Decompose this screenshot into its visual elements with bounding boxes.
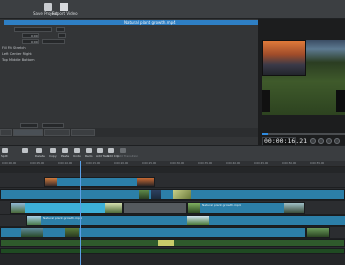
preview-overlay-clip [262, 40, 306, 76]
preview-scrubber-progress [262, 133, 268, 135]
timeline-clip[interactable] [123, 202, 187, 214]
paste-label: Paste [61, 154, 70, 158]
rotation-field[interactable] [58, 33, 66, 38]
clip-thumbnail [151, 190, 161, 199]
play-button[interactable] [318, 138, 324, 144]
clip-thumbnail [284, 203, 304, 213]
undo-label: Undo [73, 154, 81, 158]
fit-options[interactable]: Fill Fit Stretch [2, 46, 26, 50]
end-value: 0:00 [31, 40, 38, 44]
ruler-tick: 0:00:10.00 [58, 162, 73, 165]
clip-thumbnail [188, 203, 200, 213]
clip-title-bar: Natural plant growth.mp4 [4, 20, 258, 25]
tab-3[interactable] [44, 129, 70, 136]
delete-label: Delete [35, 154, 45, 158]
timeline-clip[interactable] [306, 227, 330, 238]
clip-thumbnail [139, 190, 149, 199]
top-toolbar: Save Project Export Video [0, 0, 345, 19]
tab-2[interactable] [13, 129, 43, 136]
ruler-tick: 0:00:50.00 [282, 162, 297, 165]
valign-options[interactable]: Top Middle Bottom [2, 58, 35, 62]
timeline-clip[interactable] [44, 177, 155, 187]
copy-icon[interactable] [50, 148, 56, 153]
undo-icon[interactable] [74, 148, 80, 153]
ruler-tick: 0:00:00.00 [2, 162, 17, 165]
timeline-clip[interactable] [10, 202, 123, 214]
paste-icon[interactable] [62, 148, 68, 153]
preview-letterbox-left [262, 90, 270, 112]
clip-thumbnail [307, 228, 329, 237]
clip-thumbnail [105, 203, 122, 213]
panel-tabs [0, 128, 258, 137]
fullscreen-button[interactable] [334, 138, 340, 144]
ruler-tick: 0:00:30.00 [170, 162, 185, 165]
timeline-clip[interactable] [0, 227, 306, 238]
end-field[interactable]: 0:00 [22, 39, 39, 44]
export-icon [60, 3, 68, 11]
timeline-clip[interactable]: Natural plant growth.mp4 [26, 215, 345, 226]
duration-field[interactable] [42, 39, 65, 44]
split-label: Split [1, 154, 8, 158]
ruler-tick: 0:00:40.00 [226, 162, 241, 165]
clip-thumbnail [173, 190, 191, 199]
clip-title: Natural plant growth.mp4 [124, 19, 176, 25]
ruler-tick: 0:00:05.00 [30, 162, 45, 165]
ruler-tick: 0:00:55.00 [310, 162, 325, 165]
ruler-tick: 0:00:25.00 [142, 162, 157, 165]
ruler-tick: 0:00:15.00 [86, 162, 101, 165]
clip-thumbnail [187, 216, 209, 225]
halign-options[interactable]: Left Center Right [2, 52, 32, 56]
ruler-tick: 0:00:35.00 [198, 162, 213, 165]
clip-thumbnail [137, 178, 154, 186]
start-field[interactable]: 0:00 [22, 33, 39, 38]
add-text-icon[interactable] [97, 148, 103, 153]
preview-letterbox-right [336, 90, 345, 112]
audio-clip[interactable] [0, 239, 345, 247]
audio-clip[interactable] [0, 248, 345, 254]
clip-thumbnail [65, 228, 79, 237]
timeline-clip[interactable] [0, 189, 345, 200]
position-x-field[interactable] [14, 27, 52, 32]
redo-label: Redo [85, 154, 93, 158]
clip-thumbnail [45, 178, 57, 186]
redo-icon[interactable] [86, 148, 92, 153]
audio-marker [158, 240, 174, 246]
add-transition-icon[interactable] [120, 148, 126, 153]
position-y-field[interactable] [56, 27, 65, 32]
clip-name: Natural plant growth.mp4 [43, 216, 82, 220]
add-transition-label: Add Transition [117, 154, 139, 158]
timeline-clip[interactable]: Natural plant growth.mp4 [187, 202, 305, 214]
preview-scrubber[interactable] [262, 133, 345, 135]
clip-thumbnail [27, 216, 41, 225]
split-icon[interactable] [2, 148, 8, 153]
tab-1[interactable] [0, 129, 12, 136]
start-value: 0:00 [31, 34, 38, 38]
ruler-tick: 0:00:45.00 [254, 162, 269, 165]
export-video-label: Export Video [52, 11, 78, 16]
clip-thumbnail [11, 203, 25, 213]
copy-label: Copy [49, 154, 57, 158]
playhead[interactable] [80, 161, 81, 265]
next-frame-button[interactable] [326, 138, 332, 144]
tool-2-icon[interactable] [22, 148, 28, 153]
ruler-tick: 0:00:20.00 [114, 162, 129, 165]
save-icon [44, 3, 52, 11]
prev-frame-button[interactable] [310, 138, 316, 144]
tab-4[interactable] [71, 129, 95, 136]
add-clip-icon[interactable] [108, 148, 114, 153]
delete-icon[interactable] [36, 148, 42, 153]
clip-thumbnail [21, 228, 43, 237]
clip-name: Natural plant growth.mp4 [202, 203, 241, 207]
